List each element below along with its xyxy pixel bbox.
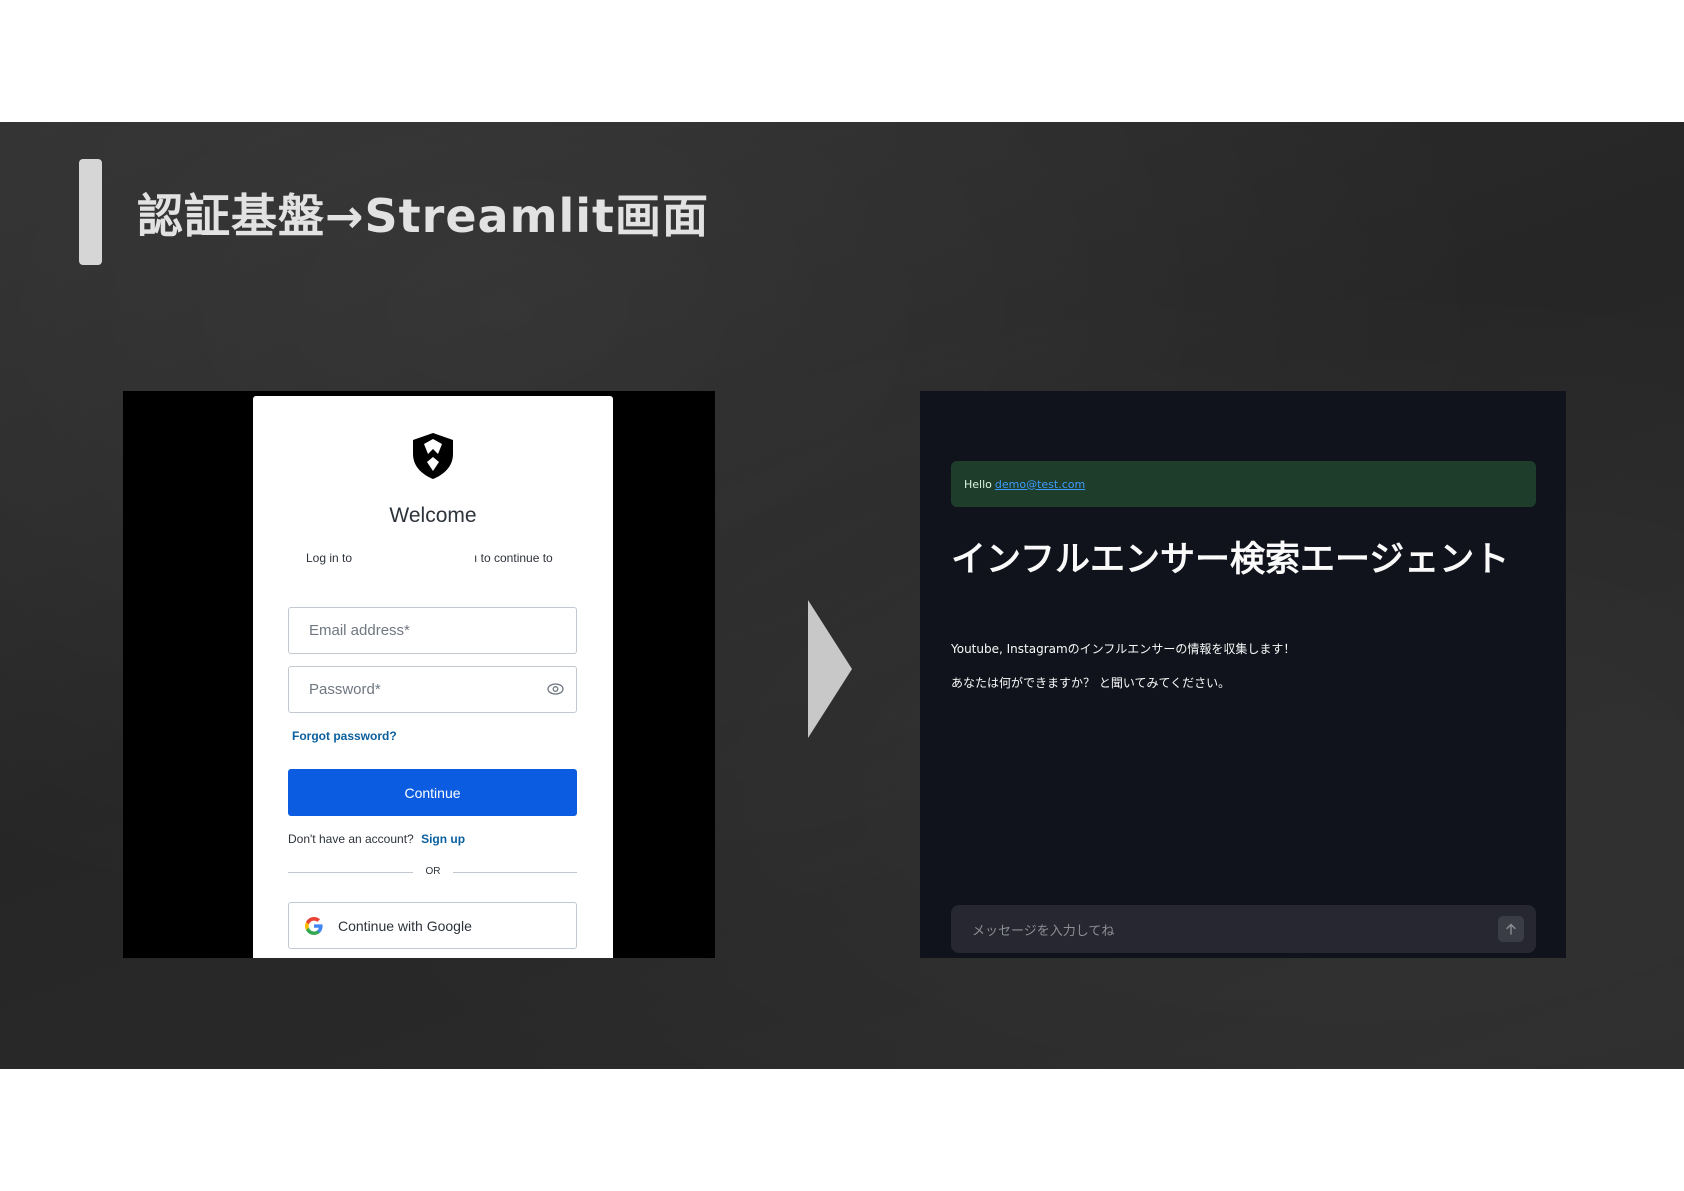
user-email-link[interactable]: demo@test.com — [995, 478, 1085, 491]
app-instruction: あなたは何ができますか？ と聞いてみてください。 — [951, 676, 1231, 690]
eye-icon[interactable] — [547, 682, 564, 696]
password-field[interactable]: Password* — [288, 666, 577, 713]
streamlit-screenshot: Hello demo@test.com インフルエンサー検索エージェント You… — [920, 391, 1566, 958]
no-account-text: Don't have an account? — [288, 832, 414, 846]
chat-input[interactable]: メッセージを入力してね — [951, 905, 1536, 953]
sign-up-link[interactable]: Sign up — [421, 832, 465, 846]
google-g-icon — [305, 916, 323, 935]
success-alert: Hello demo@test.com — [951, 461, 1536, 507]
or-divider-label: OR — [425, 866, 441, 877]
login-screenshot: Welcome Log in to ı to continue to Email… — [123, 391, 715, 958]
password-placeholder: Password* — [309, 681, 381, 698]
continue-button[interactable]: Continue — [288, 769, 577, 816]
slide-title: 認証基盤→Streamlit画面 — [137, 189, 710, 243]
divider-right — [453, 872, 577, 873]
app-heading: インフルエンサー検索エージェント — [951, 540, 1510, 580]
email-placeholder: Email address* — [309, 622, 410, 639]
shield-icon — [413, 433, 453, 479]
no-account-row: Don't have an account? Sign up — [288, 832, 465, 846]
slide: 認証基盤→Streamlit画面 Welcome Log in to ı to … — [0, 122, 1684, 1069]
alert-prefix: Hello — [964, 477, 992, 491]
login-card: Welcome Log in to ı to continue to Email… — [253, 396, 613, 958]
chat-input-placeholder: メッセージを入力してね — [972, 923, 1115, 939]
divider-left — [288, 872, 413, 873]
arrow-up-icon — [1506, 923, 1516, 935]
google-login-label: Continue with Google — [338, 917, 472, 934]
chevron-right-icon — [808, 600, 852, 738]
login-subtitle-right: ı to continue to — [474, 551, 553, 565]
welcome-heading: Welcome — [389, 504, 477, 527]
title-accent-bar — [79, 159, 102, 265]
forgot-password-link[interactable]: Forgot password? — [292, 729, 397, 743]
send-button[interactable] — [1498, 916, 1524, 942]
login-subtitle-left: Log in to — [306, 551, 353, 565]
email-field[interactable]: Email address* — [288, 607, 577, 654]
continue-button-label: Continue — [404, 784, 461, 801]
google-login-button[interactable]: Continue with Google — [288, 902, 577, 949]
app-description: Youtube, Instagramのインフルエンサーの情報を収集します！ — [951, 642, 1296, 656]
